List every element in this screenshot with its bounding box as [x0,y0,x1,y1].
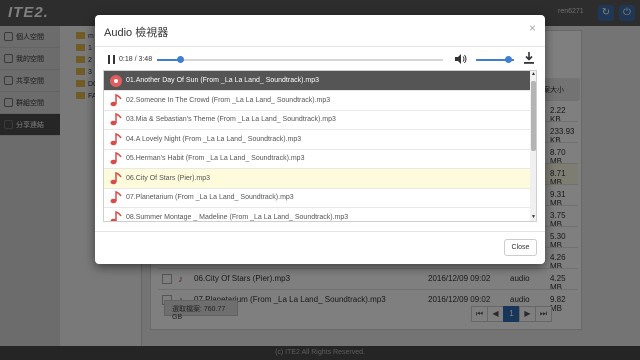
playlist: 01.Another Day Of Sun (From _La La Land_… [103,70,537,222]
music-note-icon [110,132,122,145]
scrollbar-thumb[interactable] [531,81,536,151]
music-note-icon [110,113,122,126]
playlist-item[interactable]: 03.Mia & Sebastian’s Theme (From _La La … [104,110,530,130]
playlist-scrollbar[interactable]: ▲ ▼ [530,71,536,221]
track-name: 05.Herman’s Habit (From _La La Land_ Sou… [126,155,305,162]
track-name: 07.Planetarium (From _La La Land_ Soundt… [126,194,294,201]
volume-icon[interactable] [455,54,467,64]
pause-icon[interactable] [108,55,115,64]
track-name: 08.Summer Montage _ Madeline (From _La L… [126,213,349,221]
playlist-item[interactable]: 05.Herman’s Habit (From _La La Land_ Sou… [104,149,530,169]
playlist-item[interactable]: 01.Another Day Of Sun (From _La La Land_… [104,71,530,91]
download-icon[interactable] [524,52,534,64]
close-button[interactable]: Close [504,239,537,256]
scroll-up-icon[interactable]: ▲ [531,72,536,77]
music-note-icon [110,152,122,165]
music-note-icon [110,171,122,184]
audio-viewer-dialog: Audio 檢視器 × 0:18 / 3:48 01.Another Day O… [95,15,545,264]
time-display: 0:18 / 3:48 [119,56,153,63]
track-name: 04.A Lovely Night (From _La La Land_ Sou… [126,135,302,143]
dialog-title: Audio 檢視器 [104,27,169,39]
playlist-item[interactable]: 06.City Of Stars (Pier).mp3 [104,168,530,189]
music-note-icon [110,93,122,106]
volume-handle[interactable] [505,56,513,63]
music-note-icon [110,210,122,221]
scroll-down-icon[interactable]: ▼ [531,215,536,220]
close-icon[interactable]: × [529,22,536,34]
track-name: 06.City Of Stars (Pier).mp3 [126,174,211,182]
music-note-icon [110,191,122,204]
volume-slider[interactable] [476,56,514,63]
track-name: 03.Mia & Sebastian’s Theme (From _La La … [126,116,336,123]
playlist-item[interactable]: 07.Planetarium (From _La La Land_ Soundt… [104,188,530,208]
divider [95,231,545,232]
playlist-item[interactable]: 02.Someone In The Crowd (From _La La Lan… [104,91,530,111]
track-name: 02.Someone In The Crowd (From _La La Lan… [126,96,331,104]
playlist-item[interactable]: 08.Summer Montage _ Madeline (From _La L… [104,208,530,221]
disc-icon [110,75,122,87]
seek-handle[interactable] [176,56,184,63]
divider [95,46,545,47]
track-name: 01.Another Day Of Sun (From _La La Land_… [126,77,319,84]
seek-bar[interactable] [157,56,443,63]
playlist-item[interactable]: 04.A Lovely Night (From _La La Land_ Sou… [104,130,530,150]
